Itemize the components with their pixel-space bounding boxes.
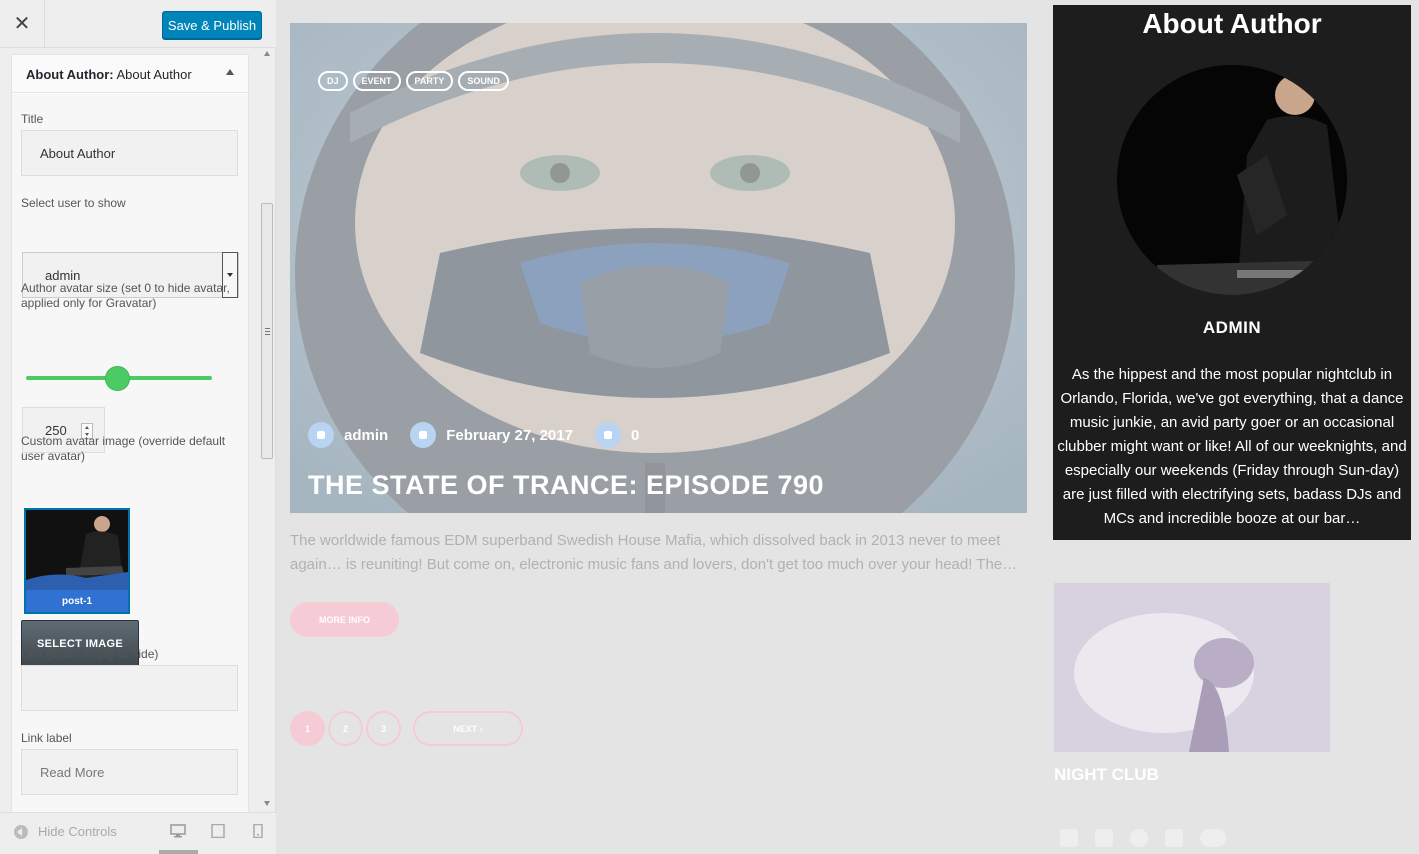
customizer-panel: About Author: About Author Title About A… (0, 48, 276, 812)
title-input[interactable]: About Author (21, 130, 238, 176)
tablet-preview-icon[interactable] (210, 824, 226, 838)
thumbnail-caption: post-1 (26, 590, 128, 612)
calendar-icon (410, 422, 437, 448)
post-author[interactable]: admin (308, 422, 388, 448)
tag-sound[interactable]: SOUND (458, 71, 509, 91)
scroll-thumb[interactable] (261, 203, 273, 459)
post-title[interactable]: THE STATE OF TRANCE: EPISODE 790 (308, 470, 824, 501)
collapse-icon (14, 824, 28, 839)
night-club-image[interactable] (1054, 583, 1330, 752)
post-meta: admin February 27, 2017 0 (308, 422, 661, 448)
link-text-input[interactable]: Read More (21, 749, 238, 795)
author-bio: As the hippest and the most popular nigh… (1057, 366, 1407, 527)
hide-controls-label: Hide Controls (38, 824, 117, 839)
close-icon[interactable]: ✕ (0, 0, 45, 47)
more-info-button[interactable]: MORE INFO (290, 602, 399, 637)
custom-avatar-label: Custom avatar image (override default us… (21, 434, 226, 463)
widget-title: About Author: About Author (26, 67, 192, 82)
tag-dj[interactable]: DJ (318, 71, 348, 91)
widget-form: Title About Author Select user to show a… (12, 94, 248, 812)
grip-icon (265, 328, 270, 335)
widget-header[interactable]: About Author: About Author (12, 55, 248, 93)
title-label: Title (21, 112, 44, 126)
post-comments[interactable]: 0 (594, 422, 640, 448)
user-select-label: Select user to show (21, 196, 126, 210)
pinterest-icon[interactable] (1130, 829, 1148, 847)
comment-icon (594, 422, 621, 448)
collapse-arrow-icon[interactable] (226, 69, 234, 75)
social-links (1060, 829, 1226, 847)
featured-post-hero[interactable]: DJ EVENT PARTY SOUND admin February 27, … (290, 23, 1027, 513)
customizer-header: ✕ Save & Publish (0, 0, 276, 48)
night-club-title[interactable]: NIGHT CLUB (1054, 765, 1159, 785)
widget-title-value: About Author (116, 67, 192, 82)
customizer-footer: Hide Controls (0, 812, 276, 854)
dj-photo-thumbnail-image (26, 510, 128, 590)
facebook-icon[interactable] (1060, 829, 1078, 847)
page-1-link[interactable]: 1 (290, 711, 325, 746)
about-author-box: About Author ADMIN As the hippest and th… (1053, 5, 1411, 540)
user-icon (308, 422, 334, 448)
post-tags: DJ EVENT PARTY SOUND (318, 71, 509, 91)
avatar-size-slider-handle[interactable] (105, 366, 130, 391)
page-3-link[interactable]: 3 (366, 711, 401, 746)
link-label: Link (leave empty to hide) (21, 647, 159, 661)
link-input[interactable] (21, 665, 238, 711)
hide-controls-button[interactable]: Hide Controls (14, 824, 117, 839)
scroll-down-icon[interactable] (264, 801, 270, 806)
author-widget-heading: About Author (1142, 8, 1322, 39)
site-preview: DJ EVENT PARTY SOUND admin February 27, … (277, 3, 1419, 854)
post-date[interactable]: February 27, 2017 (410, 422, 573, 448)
tag-event[interactable]: EVENT (352, 71, 401, 91)
customizer-sidebar: ✕ Save & Publish About Author: About Aut… (0, 0, 276, 854)
author-avatar (1117, 65, 1347, 295)
youtube-icon[interactable] (1165, 829, 1183, 847)
tag-party[interactable]: PARTY (405, 71, 454, 91)
sidebar-scrollbar[interactable] (259, 48, 275, 812)
avatar-size-label: Author avatar size (set 0 to hide avatar… (21, 281, 230, 310)
next-page-button[interactable]: NEXT › (413, 711, 523, 746)
author-name: ADMIN (1202, 318, 1262, 337)
widget-title-prefix: About Author: (26, 67, 114, 82)
save-publish-button[interactable]: Save & Publish (162, 11, 262, 39)
pagination: 1 2 3 NEXT › (290, 711, 523, 746)
twitter-icon[interactable] (1095, 829, 1113, 847)
soundcloud-icon[interactable] (1200, 829, 1226, 847)
post-author-name: admin (344, 426, 389, 444)
dancer-powder-image (1054, 583, 1330, 752)
mobile-preview-icon[interactable] (250, 824, 266, 838)
post-excerpt: The worldwide famous EDM superband Swedi… (290, 532, 1018, 573)
dj-avatar-image (1117, 65, 1347, 295)
post-date-text: February 27, 2017 (446, 426, 573, 444)
post-comment-count: 0 (630, 426, 640, 444)
page-2-link[interactable]: 2 (328, 711, 363, 746)
scroll-up-icon[interactable] (264, 51, 270, 56)
about-author-widget: About Author: About Author Title About A… (11, 54, 249, 812)
link-text-label: Link label (21, 731, 72, 745)
avatar-thumbnail[interactable]: post-1 (24, 508, 130, 614)
desktop-preview-icon[interactable] (170, 824, 186, 838)
active-device-indicator (159, 850, 198, 854)
